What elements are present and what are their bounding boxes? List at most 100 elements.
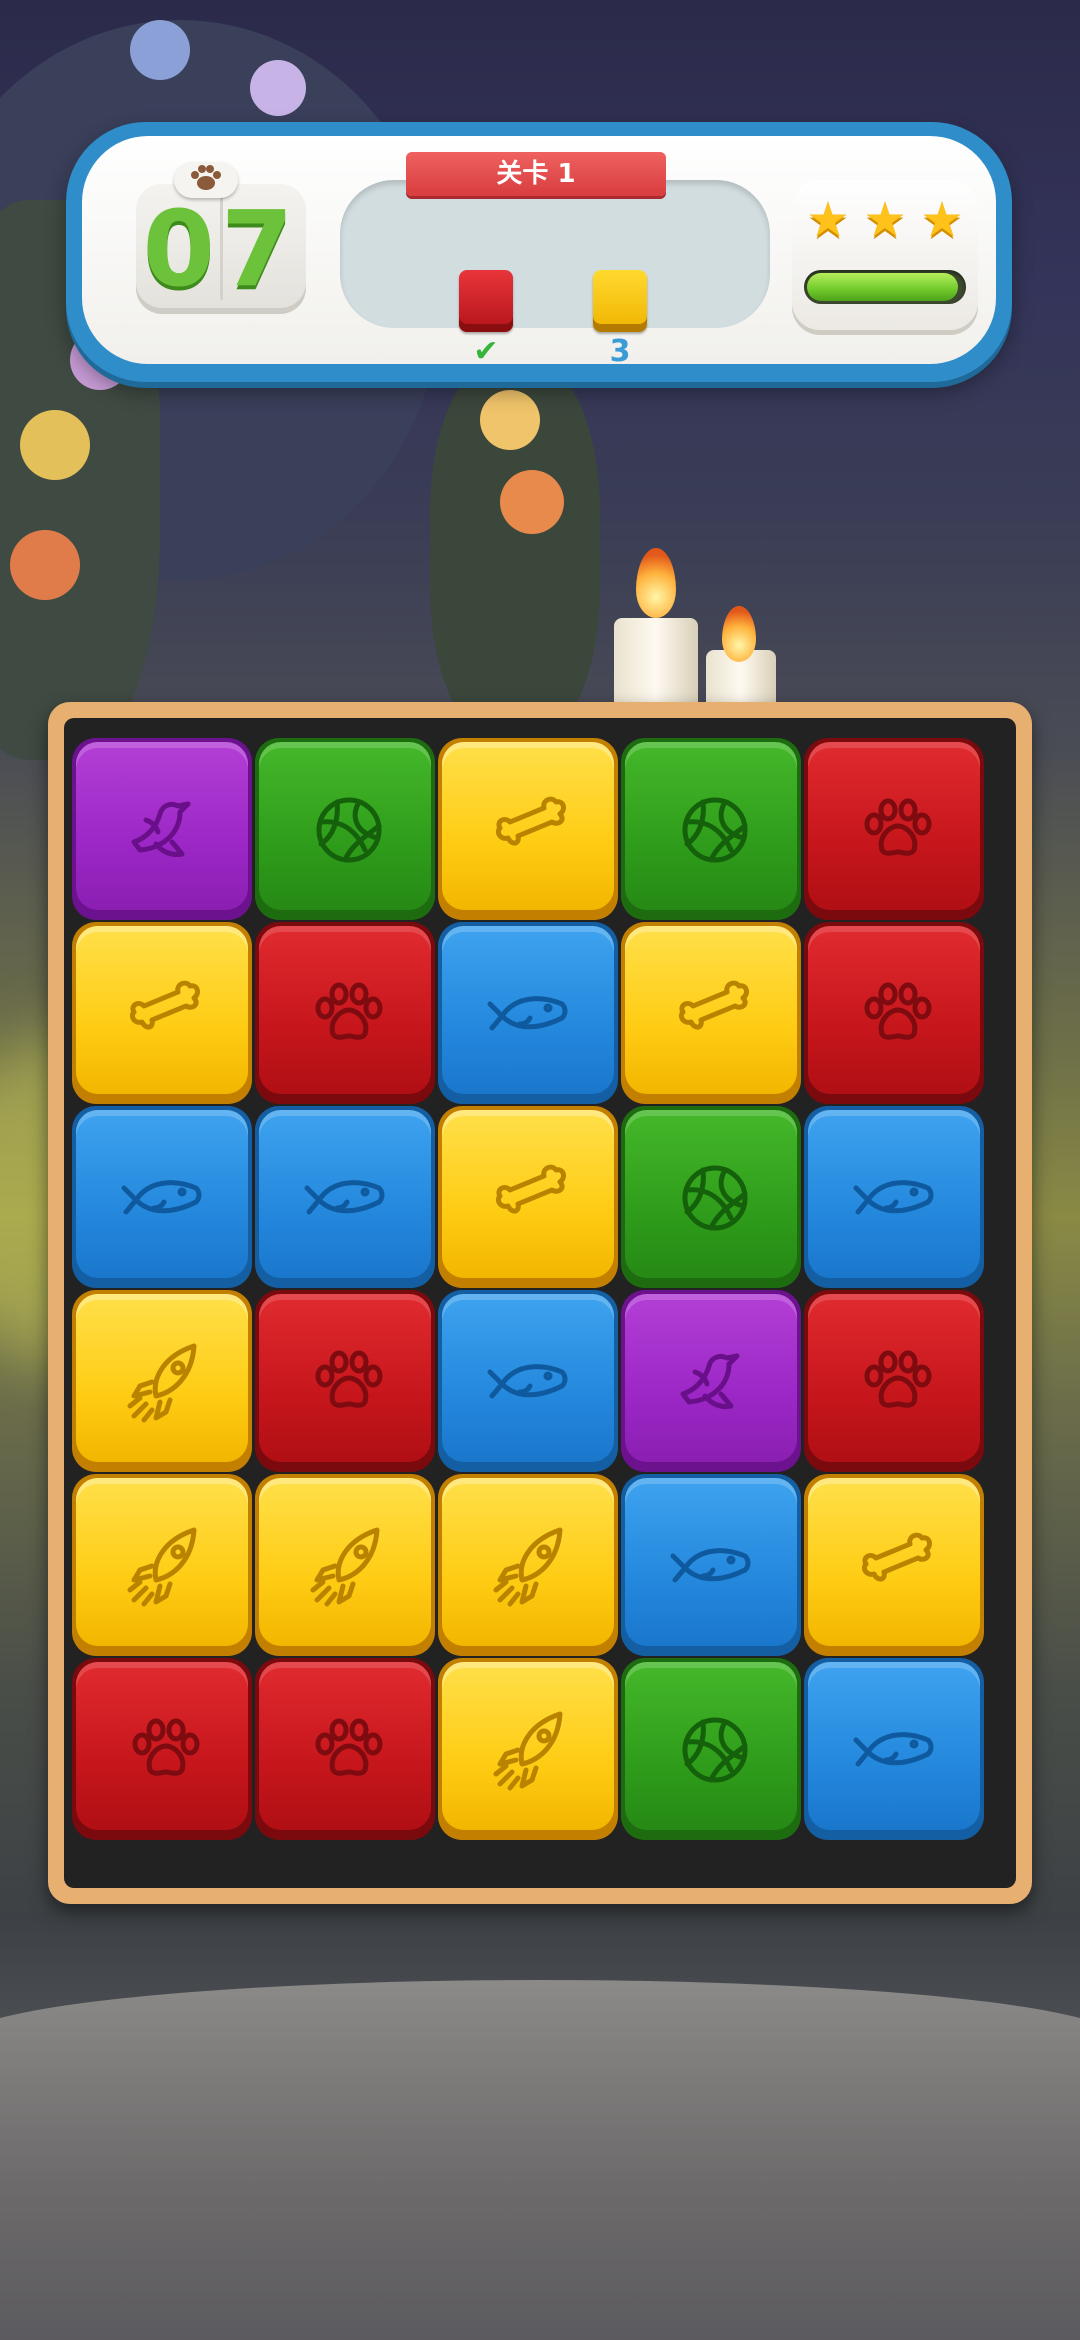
tile-yellow[interactable] bbox=[438, 1474, 618, 1656]
rocket-icon bbox=[310, 1527, 380, 1607]
tile-yellow[interactable] bbox=[438, 738, 618, 920]
rocket-icon bbox=[127, 1527, 197, 1607]
bird-icon bbox=[680, 1353, 740, 1409]
tile-yellow[interactable] bbox=[438, 1658, 618, 1840]
tile-face bbox=[625, 1110, 797, 1278]
tile-blue[interactable] bbox=[804, 1658, 984, 1840]
fish-icon bbox=[853, 1180, 934, 1215]
tile-green[interactable] bbox=[255, 738, 435, 920]
tile-red[interactable] bbox=[804, 1290, 984, 1472]
flower-decoration bbox=[10, 530, 80, 600]
bone-icon bbox=[129, 980, 200, 1030]
tile-yellow[interactable] bbox=[621, 922, 801, 1104]
tile-face bbox=[259, 742, 431, 910]
tile-face bbox=[442, 1110, 614, 1278]
bone-icon bbox=[861, 1532, 932, 1582]
stone-wall bbox=[0, 1980, 1080, 2340]
tile-face bbox=[625, 926, 797, 1094]
tile-red[interactable] bbox=[255, 1658, 435, 1840]
tile-yellow[interactable] bbox=[804, 1474, 984, 1656]
ball-icon bbox=[682, 1165, 748, 1231]
tile-face bbox=[808, 742, 980, 910]
goal-red-cube: ✔ bbox=[456, 270, 516, 368]
tile-yellow[interactable] bbox=[255, 1474, 435, 1656]
star-icon: ★ bbox=[863, 192, 907, 248]
tile-face bbox=[259, 1110, 431, 1278]
candle-flame-icon bbox=[636, 548, 676, 618]
moves-left-value: 07 bbox=[142, 188, 300, 310]
tile-blue[interactable] bbox=[255, 1106, 435, 1288]
fish-icon bbox=[304, 1180, 385, 1215]
tile-face bbox=[259, 1478, 431, 1646]
tile-yellow[interactable] bbox=[72, 1290, 252, 1472]
fish-icon bbox=[670, 1548, 751, 1583]
tile-face bbox=[808, 1662, 980, 1830]
flower-decoration bbox=[480, 390, 540, 450]
tile-blue[interactable] bbox=[804, 1106, 984, 1288]
tile-blue[interactable] bbox=[438, 1290, 618, 1472]
tile-face bbox=[442, 1662, 614, 1830]
tile-face bbox=[442, 1294, 614, 1462]
tile-blue[interactable] bbox=[72, 1106, 252, 1288]
board-inner bbox=[64, 718, 1016, 1888]
yellow-cube-icon bbox=[593, 270, 647, 332]
tile-blue[interactable] bbox=[438, 922, 618, 1104]
tile-green[interactable] bbox=[621, 1658, 801, 1840]
game-board bbox=[48, 702, 1032, 1904]
goals-panel: ✔ 3 bbox=[340, 180, 770, 368]
goal-yellow-remaining: 3 bbox=[609, 334, 631, 369]
tile-face bbox=[76, 1294, 248, 1462]
tile-face bbox=[442, 742, 614, 910]
tile-yellow[interactable] bbox=[438, 1106, 618, 1288]
tile-red[interactable] bbox=[255, 1290, 435, 1472]
tile-red[interactable] bbox=[72, 1658, 252, 1840]
tile-red[interactable] bbox=[804, 922, 984, 1104]
flower-decoration bbox=[500, 470, 564, 534]
candle bbox=[614, 618, 698, 708]
tile-face bbox=[259, 1662, 431, 1830]
rocket-icon bbox=[127, 1343, 197, 1423]
fish-icon bbox=[487, 996, 568, 1031]
score-progress-fill bbox=[807, 273, 958, 301]
level-title: 关卡 1 bbox=[392, 152, 680, 196]
tile-blue[interactable] bbox=[621, 1474, 801, 1656]
fish-icon bbox=[121, 1180, 202, 1215]
tile-face bbox=[259, 1294, 431, 1462]
goal-red-status: ✔ bbox=[473, 334, 499, 369]
tile-face bbox=[442, 1478, 614, 1646]
tile-green[interactable] bbox=[621, 738, 801, 920]
flower-decoration bbox=[20, 410, 90, 480]
tile-purple[interactable] bbox=[72, 738, 252, 920]
paw-icon bbox=[315, 1718, 383, 1776]
rocket-icon bbox=[493, 1527, 563, 1607]
paw-icon bbox=[864, 982, 932, 1040]
tile-red[interactable] bbox=[255, 922, 435, 1104]
candle-flame-icon bbox=[722, 606, 756, 662]
tile-yellow[interactable] bbox=[72, 1474, 252, 1656]
bone-icon bbox=[678, 980, 749, 1030]
tile-face bbox=[76, 1110, 248, 1278]
flower-decoration bbox=[130, 20, 190, 80]
score-progress-bar bbox=[804, 270, 966, 304]
paw-icon bbox=[864, 798, 932, 856]
paw-icon bbox=[864, 1350, 932, 1408]
flower-decoration bbox=[250, 60, 306, 116]
tile-red[interactable] bbox=[804, 738, 984, 920]
bone-icon bbox=[495, 796, 566, 846]
paw-icon bbox=[315, 1350, 383, 1408]
tile-green[interactable] bbox=[621, 1106, 801, 1288]
bone-icon bbox=[495, 1164, 566, 1214]
tile-yellow[interactable] bbox=[72, 922, 252, 1104]
star-icon: ★ bbox=[806, 192, 850, 248]
tile-face bbox=[442, 926, 614, 1094]
tile-face bbox=[625, 1662, 797, 1830]
goal-yellow-cube: 3 bbox=[590, 270, 650, 368]
star-row: ★ ★ ★ bbox=[804, 196, 966, 244]
tile-face bbox=[808, 1294, 980, 1462]
tile-purple[interactable] bbox=[621, 1290, 801, 1472]
tile-face bbox=[76, 1662, 248, 1830]
tile-face bbox=[76, 1478, 248, 1646]
tile-face bbox=[808, 1110, 980, 1278]
paw-icon bbox=[132, 1718, 200, 1776]
ball-icon bbox=[316, 797, 382, 863]
